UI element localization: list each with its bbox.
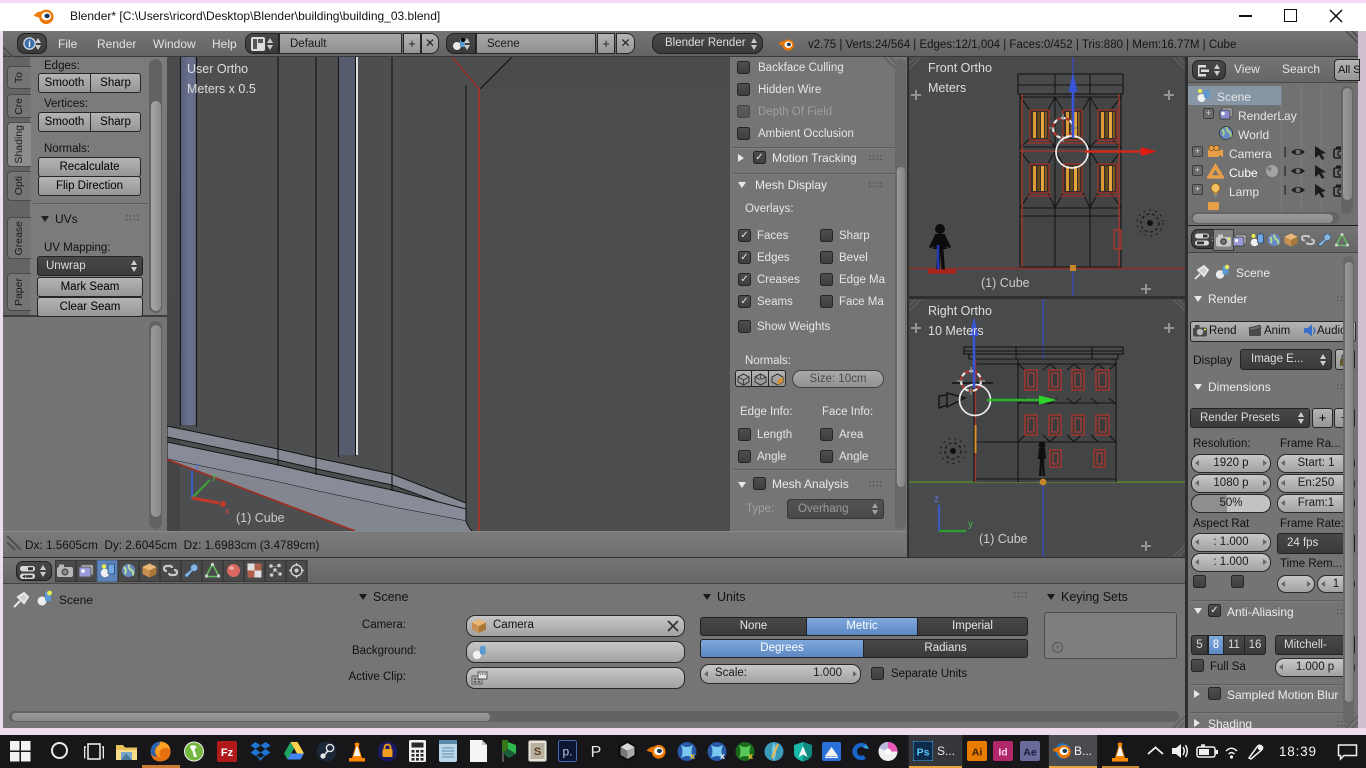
svg-text:(1) Cube: (1) Cube [979, 532, 1028, 546]
svg-text:x: x [225, 506, 230, 516]
svg-text:(1) Cube: (1) Cube [981, 276, 1030, 290]
svg-text:x: x [748, 751, 753, 761]
svg-text:Meters x 0.5: Meters x 0.5 [187, 82, 256, 96]
svg-text:Fz: Fz [221, 747, 234, 759]
svg-text:10 Meters: 10 Meters [928, 324, 984, 338]
svg-text:S: S [534, 746, 541, 758]
svg-text:p.: p. [562, 745, 572, 759]
svg-text:y: y [968, 519, 973, 530]
svg-text:z: z [195, 461, 200, 471]
svg-text:Front Ortho: Front Ortho [928, 61, 992, 75]
svg-text:z: z [934, 494, 939, 505]
svg-text:y: y [212, 471, 217, 481]
svg-text:(1) Cube: (1) Cube [236, 511, 285, 525]
svg-text:Ps: Ps [917, 747, 930, 759]
svg-text:User Ortho: User Ortho [187, 62, 248, 76]
svg-text:Ai: Ai [972, 747, 983, 759]
svg-text:Id: Id [998, 747, 1007, 759]
svg-text:x: x [690, 751, 695, 761]
svg-text:Meters: Meters [928, 81, 966, 95]
svg-text:x: x [720, 751, 725, 761]
svg-text:i: i [28, 39, 31, 49]
svg-text:Right Ortho: Right Ortho [928, 304, 992, 318]
svg-text:P: P [591, 744, 602, 761]
svg-text:Ae: Ae [1023, 747, 1037, 759]
